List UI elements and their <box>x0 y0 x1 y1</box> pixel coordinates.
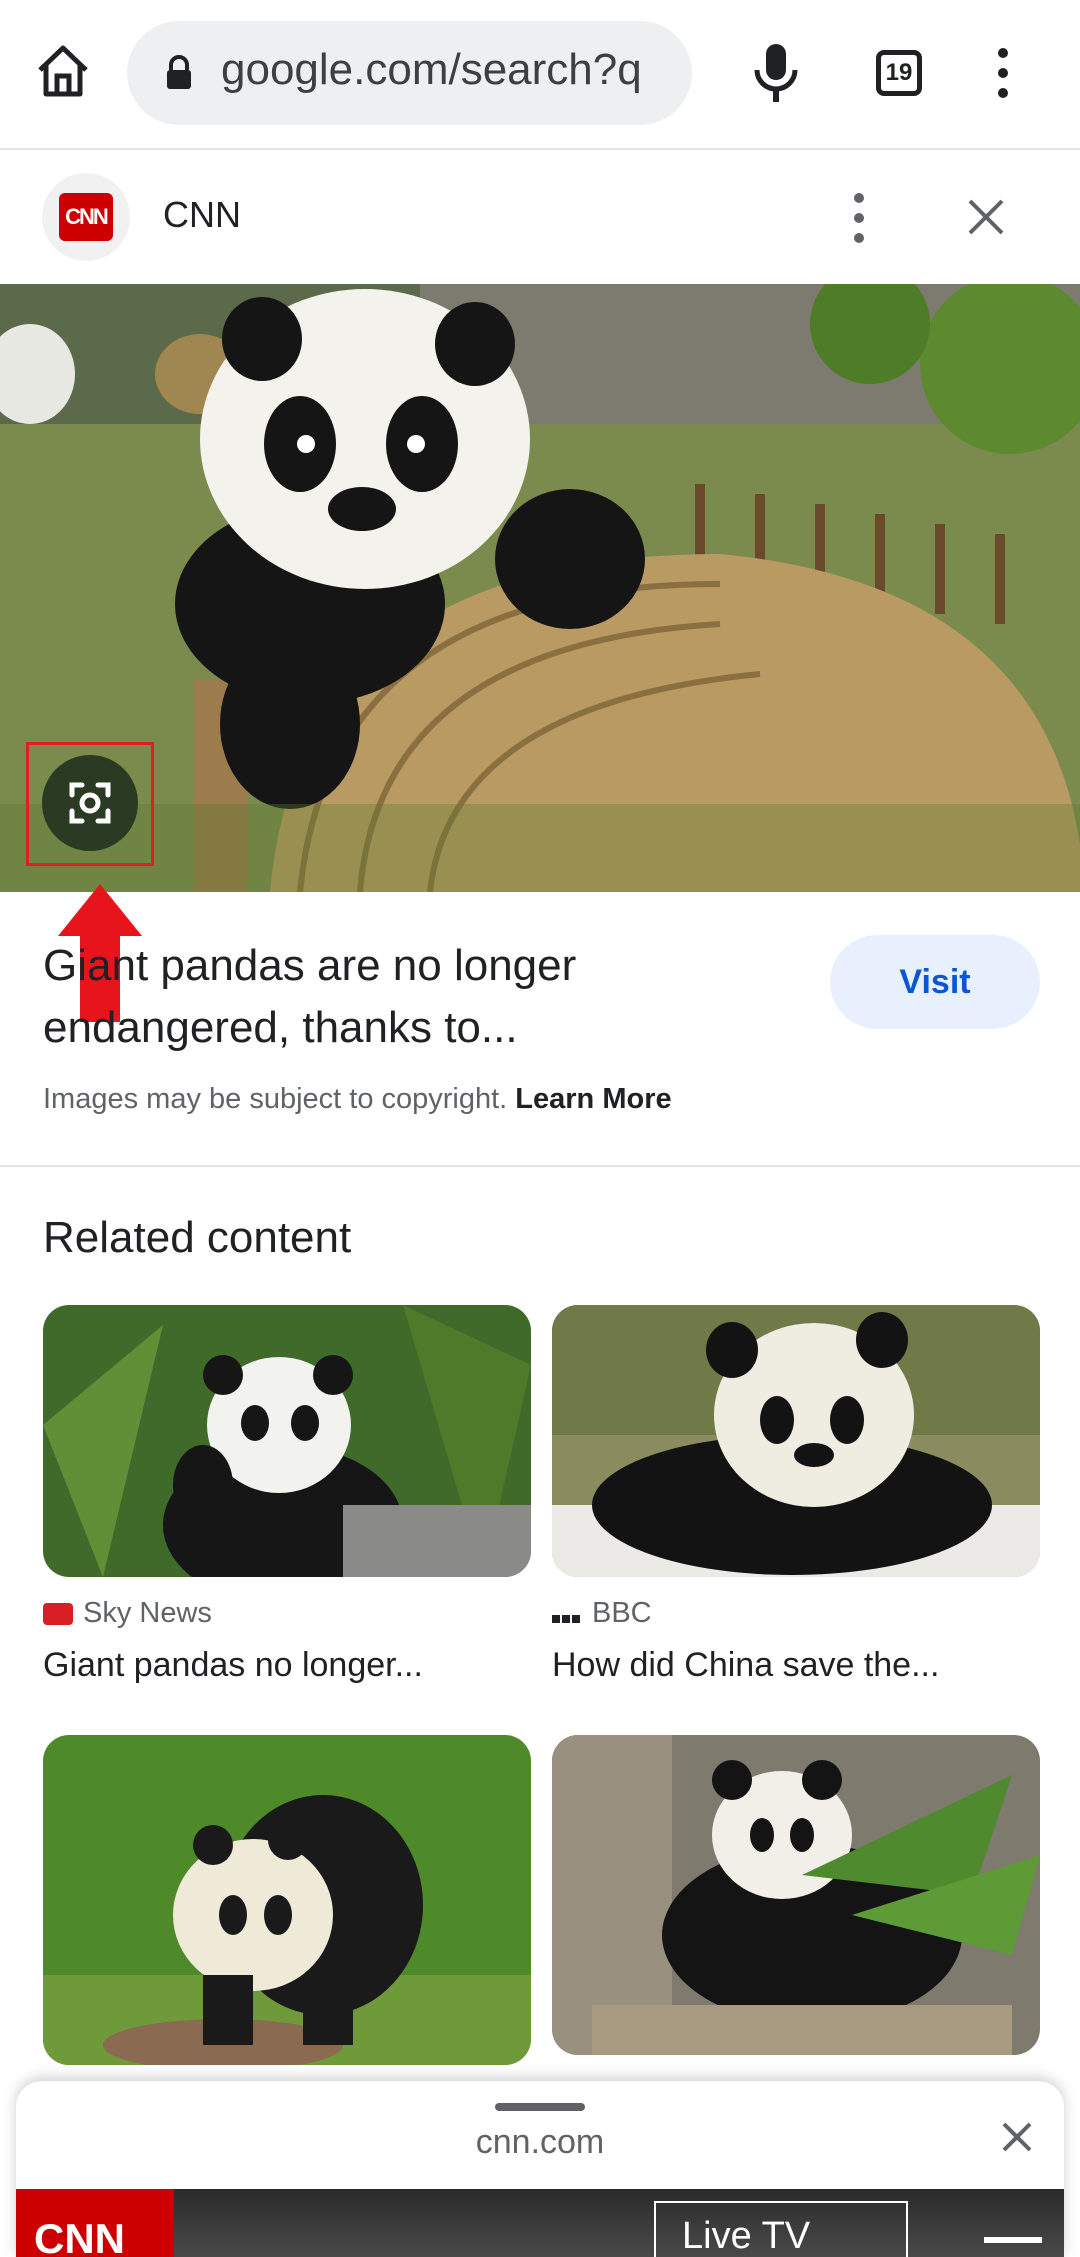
drag-handle[interactable] <box>495 2103 585 2111</box>
preview-sheet[interactable]: cnn.com CNN Live TV <box>16 2081 1064 2257</box>
related-title-2[interactable]: How did China save the... <box>552 1646 939 1685</box>
source-name: CNN <box>163 194 241 235</box>
divider <box>0 1165 1080 1167</box>
copyright-notice: Images may be subject to copyright. Lear… <box>43 1083 672 1116</box>
more-vert-icon[interactable] <box>996 48 1010 98</box>
source-logo: CNN <box>42 173 130 261</box>
related-image-4[interactable] <box>552 1735 1040 2055</box>
sheet-url: cnn.com <box>475 2123 605 2161</box>
cnn-page-preview: CNN Live TV <box>16 2189 1064 2257</box>
copyright-text: Images may be subject to copyright. <box>43 1083 508 1115</box>
related-title-1[interactable]: Giant pandas no longer... <box>43 1646 423 1685</box>
related-image-1[interactable] <box>43 1305 531 1577</box>
sky-news-icon <box>43 1603 73 1626</box>
live-tv-button[interactable]: Live TV <box>654 2201 908 2257</box>
tabs-icon[interactable]: 19 <box>876 50 922 96</box>
visit-button[interactable]: Visit <box>830 935 1040 1029</box>
result-title[interactable]: Giant pandas are no longer endangered, t… <box>43 935 763 1059</box>
mic-icon[interactable] <box>753 42 799 104</box>
cnn-logo: CNN <box>59 193 113 241</box>
source-label: Sky News <box>83 1597 212 1629</box>
related-image-2[interactable] <box>552 1305 1040 1577</box>
learn-more-link[interactable]: Learn More <box>515 1083 671 1115</box>
browser-toolbar: google.com/search?q 19 <box>0 0 1080 150</box>
menu-icon[interactable] <box>984 2237 1042 2243</box>
result-image[interactable] <box>0 284 1080 892</box>
related-image-3[interactable] <box>43 1735 531 2065</box>
related-source-2: BBC <box>552 1597 652 1631</box>
close-icon[interactable] <box>1001 2121 1033 2153</box>
bbc-icon <box>552 1598 582 1631</box>
close-icon[interactable] <box>966 197 1006 237</box>
source-label: BBC <box>592 1597 652 1629</box>
more-vert-icon[interactable] <box>852 193 866 243</box>
source-header: CNN CNN <box>0 150 1080 284</box>
cnn-logo: CNN <box>16 2189 174 2257</box>
url-text: google.com/search?q <box>221 45 642 94</box>
address-bar[interactable]: google.com/search?q <box>127 21 692 125</box>
home-icon[interactable] <box>34 42 92 100</box>
lock-icon <box>167 55 191 89</box>
related-heading: Related content <box>43 1213 352 1262</box>
highlight-box <box>26 742 154 866</box>
related-source-1: Sky News <box>43 1597 212 1630</box>
